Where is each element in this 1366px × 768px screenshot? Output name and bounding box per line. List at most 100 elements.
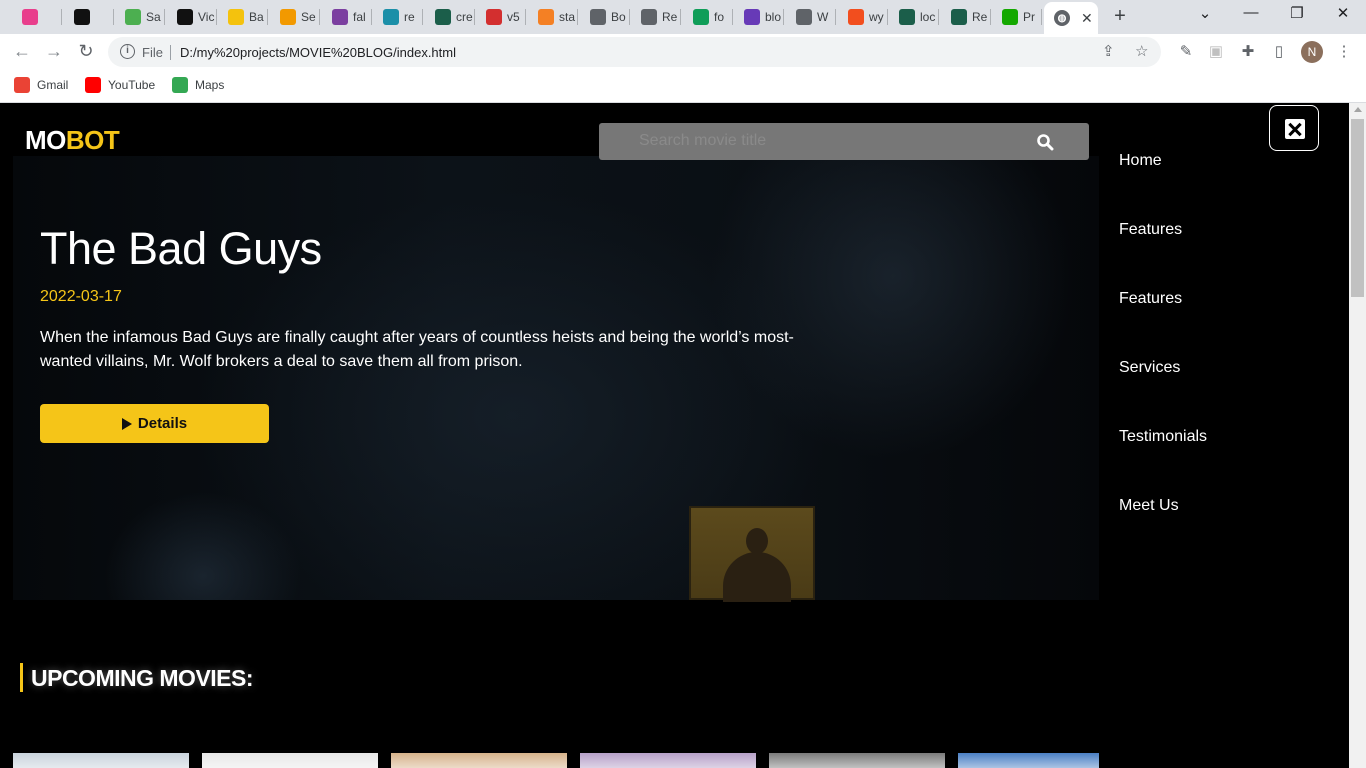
nav-link[interactable]: Features [1119,290,1182,308]
tab-separator [267,9,268,25]
movie-poster[interactable] [580,753,756,768]
minimize-button[interactable]: — [1236,4,1266,21]
nav-link[interactable]: Testimonials [1119,428,1207,446]
bookmark-star-icon[interactable]: ☆ [1135,42,1148,60]
browser-tab[interactable]: blo [734,4,782,30]
logo-part-1: MO [25,125,66,155]
tab-label: Vic [198,10,215,24]
tab-label: sta [559,10,576,24]
github-icon [74,9,90,25]
forward-icon[interactable]: → [43,41,65,62]
browser-tab[interactable]: Se [270,4,318,30]
react-icon [899,9,915,25]
tab-separator [938,9,939,25]
scheme-label: File [142,45,163,60]
tab-separator [887,9,888,25]
extension-icon[interactable]: ▣ [1206,42,1226,60]
globe-icon [590,9,606,25]
nav-link[interactable]: Meet Us [1119,497,1179,515]
browser-tab[interactable]: Re [941,4,989,30]
page-scrollbar[interactable] [1349,103,1366,768]
nav-link[interactable]: Home [1119,152,1162,170]
reload-icon[interactable]: ↻ [75,41,97,62]
browser-tab[interactable]: Pr [992,4,1040,30]
lightning-icon [228,9,244,25]
download-arrow-icon [125,9,141,25]
scroll-up-arrow-icon[interactable] [1354,107,1362,112]
browser-tab[interactable]: sta [528,4,576,30]
tab-active[interactable]: ◍ ✕ [1044,2,1098,34]
browser-tab[interactable]: fal [322,4,370,30]
purple-doc-icon [332,9,348,25]
tab-separator [422,9,423,25]
hero-description: When the infamous Bad Guys are finally c… [40,329,794,370]
puzzle-extensions-icon[interactable]: ✚ [1238,42,1258,60]
nav-link[interactable]: Features [1119,221,1182,239]
address-bar[interactable]: i File D:/my%20projects/MOVIE%20BLOG/ind… [108,37,1161,67]
movie-poster[interactable] [391,753,567,768]
page-viewport: MOBOT The Bad Guys 2022-03-17 When the i… [0,103,1349,768]
orange-shapes-icon [280,9,296,25]
share-icon[interactable]: ⇪ [1102,42,1115,60]
tab-separator [525,9,526,25]
eyedropper-extension-icon[interactable]: ✎ [1176,42,1196,60]
tab-label: fo [714,10,725,24]
browser-tab[interactable] [12,4,60,30]
bookmark-item[interactable]: YouTube [85,77,155,93]
browser-tab[interactable]: Sa [115,4,163,30]
browser-tab[interactable]: fo [683,4,731,30]
tab-label: re [404,10,415,24]
close-window-button[interactable]: ✕ [1328,4,1358,22]
nav-link[interactable]: Services [1119,359,1180,377]
tab-search-icon[interactable]: ⌄ [1190,4,1220,22]
tab-label: Ba [249,10,264,24]
restore-button[interactable]: ❐ [1282,4,1312,22]
tab-label: Sa [146,10,161,24]
browser-tab[interactable]: cre [425,4,473,30]
tab-separator [990,9,991,25]
details-button[interactable]: Details [40,404,269,443]
bookmark-item[interactable]: Gmail [14,77,68,93]
profile-avatar[interactable]: N [1301,41,1323,63]
figma-icon [848,9,864,25]
side-panel-icon[interactable]: ▯ [1269,42,1289,60]
tab-separator [113,9,114,25]
info-icon[interactable]: i [120,44,135,59]
browser-tab[interactable]: Bo [580,4,628,30]
browser-tab[interactable]: Vic [167,4,215,30]
tab-separator [577,9,578,25]
globe-icon: ◍ [1054,10,1070,26]
browser-tab[interactable]: Re [631,4,679,30]
tab-label: loc [920,10,936,24]
movie-poster[interactable] [13,753,189,768]
browser-tab[interactable]: W [786,4,834,30]
browser-tab[interactable] [64,4,112,30]
browser-tab[interactable]: Ba [218,4,266,30]
browser-tab[interactable]: re [373,4,421,30]
search-icon[interactable] [1036,133,1054,151]
b-logo-icon [383,9,399,25]
back-icon[interactable]: ← [11,41,33,62]
site-logo[interactable]: MOBOT [25,125,120,156]
search-input[interactable] [639,131,1019,151]
browser-tab[interactable]: v5 [476,4,524,30]
youtube-icon [85,77,101,93]
browser-tab[interactable]: wy [838,4,886,30]
tab-separator [371,9,372,25]
bookmark-item[interactable]: Maps [172,77,224,93]
url-text[interactable]: D:/my%20projects/MOVIE%20BLOG/index.html [180,45,456,60]
close-menu-button[interactable] [1269,105,1319,151]
tab-label: Pr [1023,10,1035,24]
scroll-thumb[interactable] [1351,119,1364,297]
close-tab-icon[interactable]: ✕ [1081,10,1093,27]
tab-separator [164,9,165,25]
movie-poster[interactable] [769,753,945,768]
menu-kebab-icon[interactable]: ⋮ [1334,42,1354,60]
rocket-icon [744,9,760,25]
movie-poster[interactable] [958,753,1099,768]
browser-tab[interactable]: loc [889,4,937,30]
tab-label: Re [972,10,988,24]
hero-release-date: 2022-03-17 [40,288,122,305]
movie-poster[interactable] [202,753,378,768]
new-tab-button[interactable]: + [1110,5,1130,28]
